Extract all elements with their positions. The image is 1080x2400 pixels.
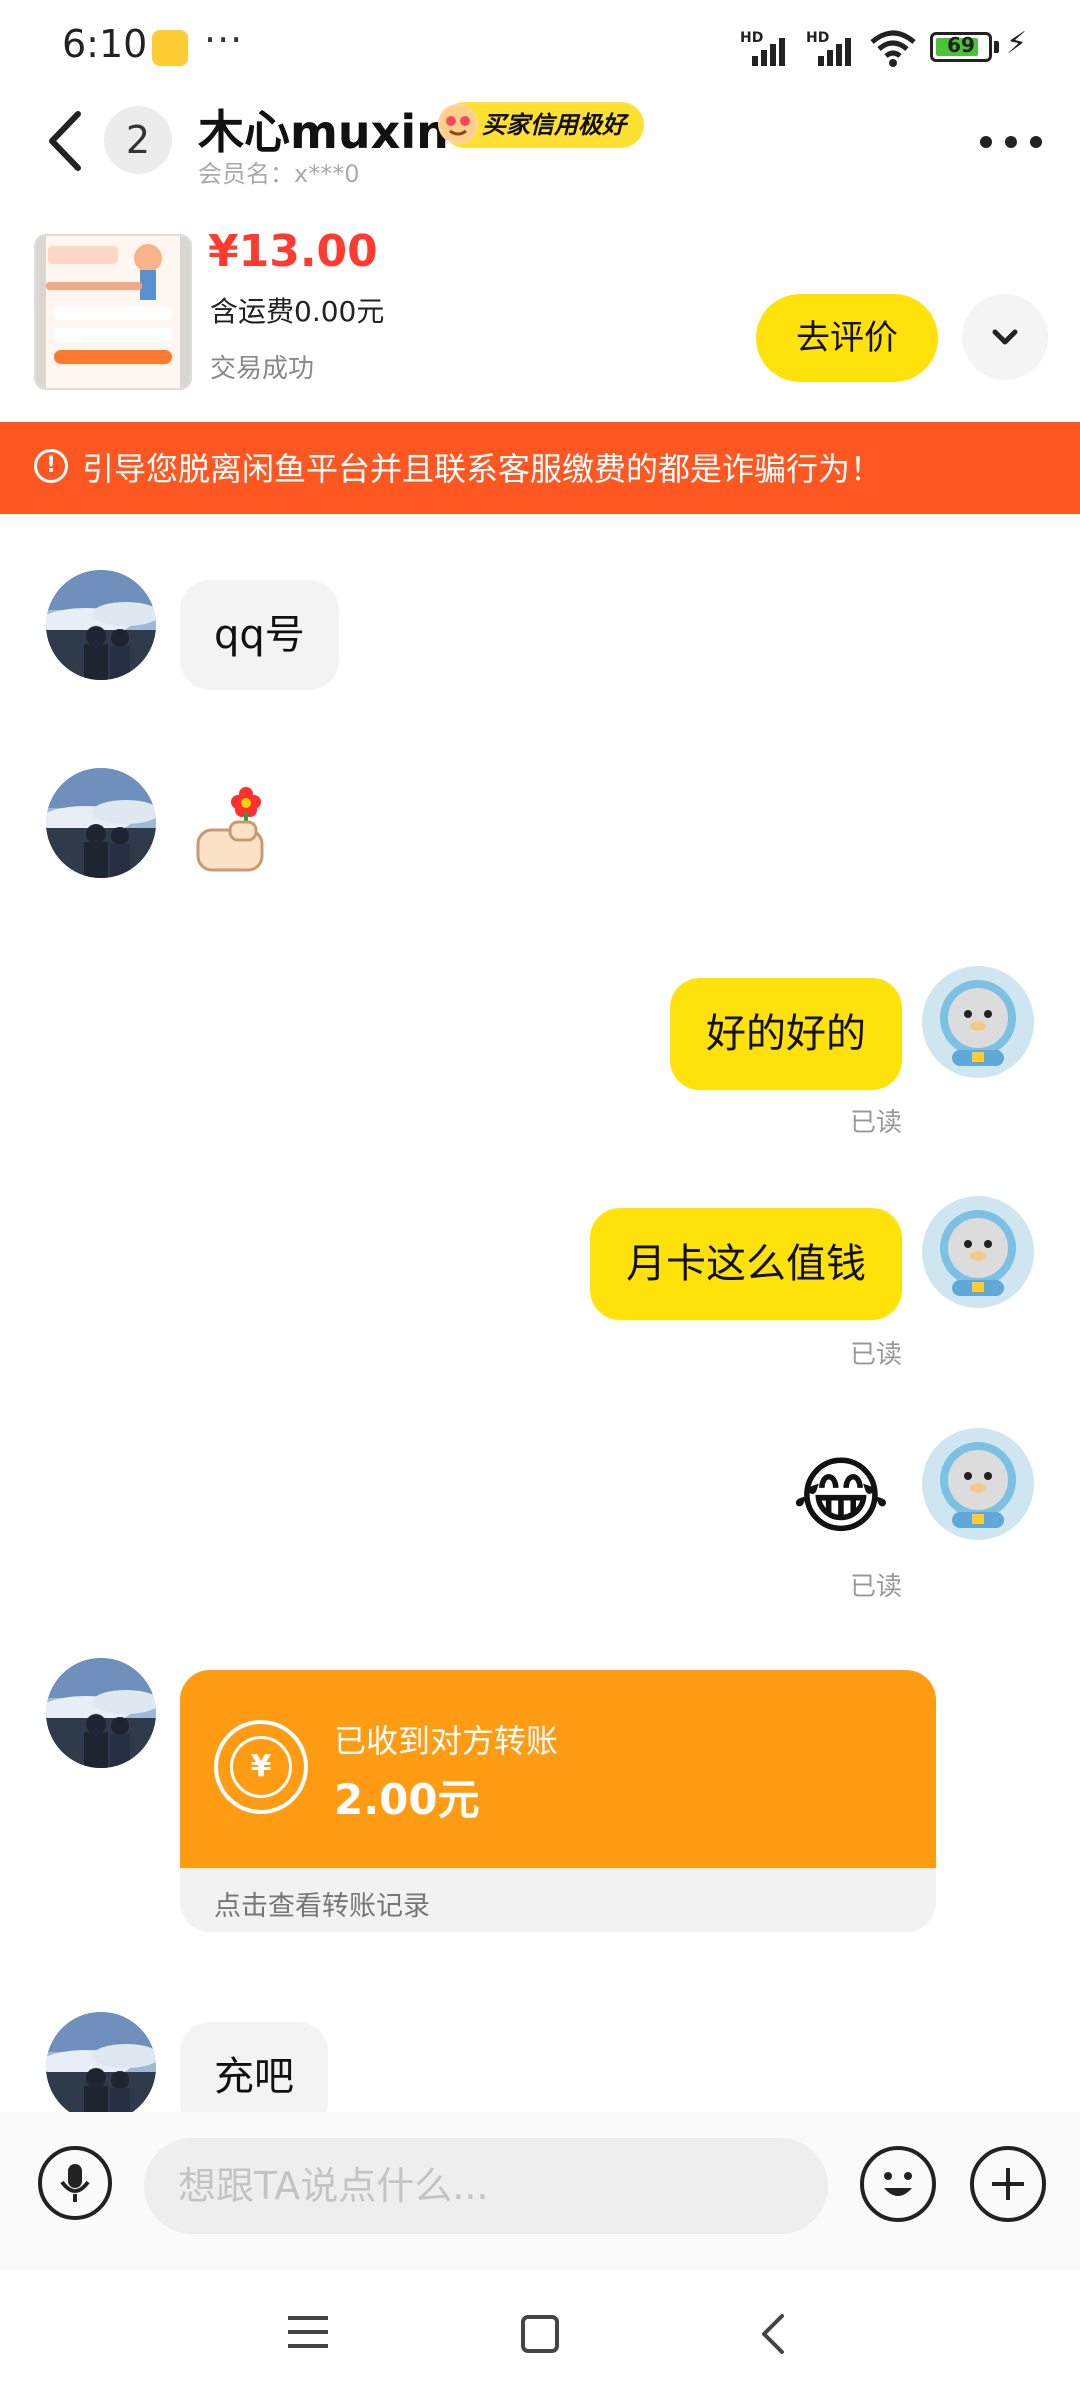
message-input[interactable] bbox=[144, 2138, 828, 2234]
chat-title: 木心muxin bbox=[198, 105, 449, 159]
heart-eyes-icon bbox=[438, 104, 478, 144]
read-status: 已读 bbox=[850, 1572, 903, 1602]
emoji-button[interactable] bbox=[860, 2146, 936, 2222]
more-options-icon[interactable] bbox=[976, 122, 1046, 162]
read-status: 已读 bbox=[850, 1340, 903, 1370]
message-bubble[interactable]: qq号 bbox=[180, 580, 339, 690]
read-status: 已读 bbox=[850, 1108, 903, 1138]
member-name: 会员名：x***0 bbox=[198, 160, 360, 188]
product-price: ¥13.00 bbox=[208, 226, 378, 277]
avatar[interactable] bbox=[922, 1196, 1034, 1308]
signal-icon-1: HD bbox=[740, 30, 792, 66]
message-bubble[interactable]: 好的好的 bbox=[670, 978, 902, 1090]
plus-icon bbox=[992, 2168, 1024, 2200]
transfer-amount: 2.00元 bbox=[334, 1775, 480, 1824]
laughing-tears-emoji[interactable]: 😂 bbox=[792, 1446, 890, 1546]
transfer-title: 已收到对方转账 bbox=[334, 1722, 559, 1760]
app-notification-icon bbox=[152, 30, 188, 66]
avatar[interactable] bbox=[46, 2012, 156, 2112]
charging-icon: ⚡ bbox=[1006, 26, 1028, 61]
transfer-card-header: ¥ 已收到对方转账 2.00元 bbox=[180, 1670, 936, 1868]
back-icon[interactable] bbox=[42, 106, 88, 176]
home-nav-icon[interactable] bbox=[520, 2314, 560, 2354]
avatar[interactable] bbox=[922, 1428, 1034, 1540]
signal-icon-2: HD bbox=[806, 30, 858, 66]
wifi-icon bbox=[870, 30, 916, 67]
avatar[interactable] bbox=[922, 966, 1034, 1078]
status-time: 6:10 bbox=[62, 22, 148, 66]
menu-nav-icon[interactable] bbox=[288, 2314, 328, 2350]
microphone-icon bbox=[60, 2164, 90, 2202]
transfer-card[interactable]: ¥ 已收到对方转账 2.00元 点击查看转账记录 bbox=[180, 1670, 936, 1932]
transaction-status: 交易成功 bbox=[210, 354, 315, 384]
back-nav-icon[interactable] bbox=[758, 2312, 788, 2356]
emoji-face-icon bbox=[884, 2172, 912, 2196]
fraud-warning-text: 引导您脱离闲鱼平台并且联系客服缴费的都是诈骗行为！ bbox=[82, 450, 883, 488]
message-bubble[interactable]: 月卡这么值钱 bbox=[590, 1208, 902, 1320]
chevron-down-icon bbox=[992, 329, 1018, 345]
battery-tip bbox=[994, 41, 999, 53]
product-thumbnail[interactable] bbox=[34, 234, 192, 390]
avatar[interactable] bbox=[46, 570, 156, 680]
transfer-record-link[interactable]: 点击查看转账记录 bbox=[214, 1884, 430, 1923]
warning-icon: ! bbox=[34, 449, 68, 483]
battery-icon: 69 bbox=[930, 32, 992, 62]
more-notifications-icon: ··· bbox=[204, 18, 244, 62]
currency-exchange-icon: ¥ bbox=[214, 1720, 308, 1814]
message-bubble[interactable]: 充吧 bbox=[180, 2022, 328, 2112]
thumb-up-flower-icon[interactable] bbox=[190, 782, 280, 882]
more-actions-button[interactable] bbox=[970, 2146, 1046, 2222]
avatar[interactable] bbox=[46, 1658, 156, 1768]
expand-button[interactable] bbox=[962, 294, 1048, 380]
review-button[interactable]: 去评价 bbox=[756, 294, 938, 382]
message-row-clipped: 充吧 bbox=[0, 2010, 1080, 2112]
voice-button[interactable] bbox=[38, 2146, 112, 2220]
shipping-fee: 含运费0.00元 bbox=[210, 295, 385, 328]
unread-count-badge[interactable]: 2 bbox=[104, 106, 172, 174]
avatar[interactable] bbox=[46, 768, 156, 878]
